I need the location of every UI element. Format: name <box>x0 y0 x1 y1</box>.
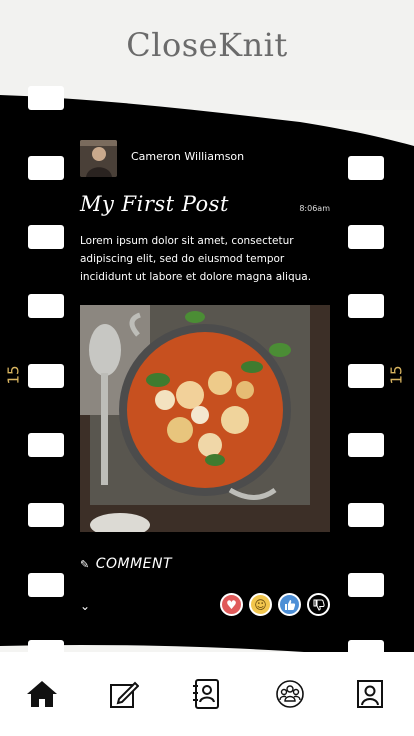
post-title: My First Post <box>80 192 229 216</box>
comment-label: COMMENT <box>95 556 173 572</box>
group-icon <box>276 680 304 708</box>
address-book-icon <box>193 679 219 709</box>
thumbs-up-icon <box>284 599 295 610</box>
smile-icon: ☺ <box>254 597 267 612</box>
author-name[interactable]: Cameron Williamson <box>131 150 244 163</box>
nav-profile[interactable] <box>350 674 390 714</box>
nav-contacts[interactable] <box>186 674 226 714</box>
profile-icon <box>357 680 383 708</box>
chevron-down-icon[interactable]: ⌄ <box>80 599 90 613</box>
app-title: CloseKnit <box>126 26 288 64</box>
edit-icon: ✎ <box>80 557 90 571</box>
frame-number-right: 15 <box>387 365 406 385</box>
post-photo[interactable] <box>80 305 330 532</box>
post-body: Lorem ipsum dolor sit amet, consectetur … <box>80 235 312 283</box>
nav-write[interactable] <box>104 674 144 714</box>
nav-home[interactable] <box>22 674 62 714</box>
bottom-nav <box>0 652 414 736</box>
nav-groups[interactable] <box>270 674 310 714</box>
heart-reaction[interactable]: ♥ <box>220 593 243 616</box>
author-avatar[interactable] <box>80 140 117 177</box>
frame-number-left: 15 <box>4 365 23 385</box>
thumbs-down-icon <box>313 599 325 611</box>
smile-reaction[interactable]: ☺ <box>249 593 272 616</box>
thumbs-down-reaction[interactable] <box>307 593 330 616</box>
heart-icon: ♥ <box>226 597 237 612</box>
home-icon <box>27 681 57 707</box>
post-time: 8:06am <box>299 204 330 213</box>
thumbs-up-reaction[interactable] <box>278 593 301 616</box>
comment-button[interactable]: ✎ COMMENT <box>80 556 172 572</box>
reactions: ♥ ☺ <box>220 593 330 616</box>
edit-icon <box>110 681 139 708</box>
